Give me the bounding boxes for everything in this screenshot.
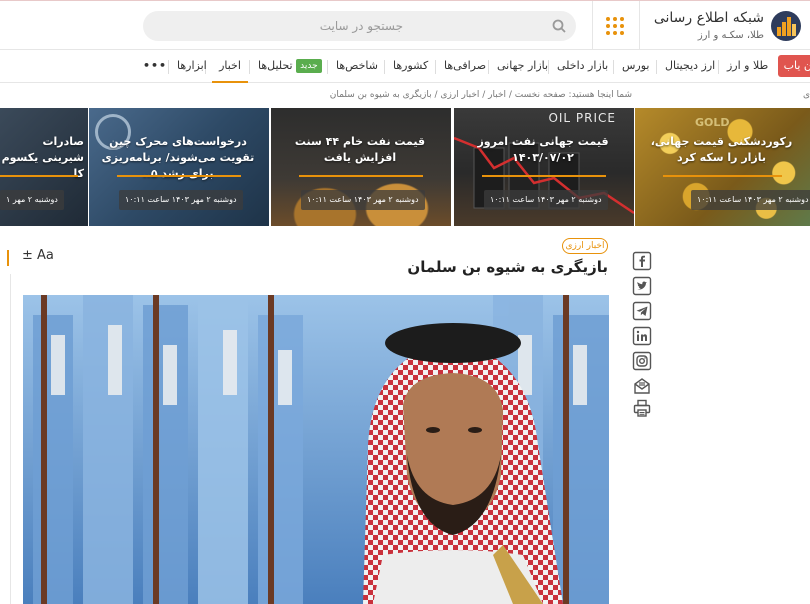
apps-grid-icon[interactable] [606,17,624,35]
nav-item-countries[interactable]: کشورها [393,50,428,83]
new-badge: جدید [296,59,322,73]
side-accent [7,250,9,266]
email-icon[interactable] [632,376,652,396]
article-hero-image [23,295,609,604]
facebook-icon[interactable] [632,251,652,271]
nav-item-news[interactable]: اخبار [212,50,248,83]
linkedin-icon[interactable] [632,326,652,346]
nav-item-indices[interactable]: شاخص‌ها [336,50,378,83]
card-date: دوشنبه ۲ مهر ۱ [0,190,64,210]
card-date: دوشنبه ۲ مهر ۱۴۰۳ ساعت ۱۰:۱۱ [119,190,243,210]
nav-finder-button[interactable]: ن یاب [778,55,810,77]
slider-card[interactable]: GOLD رکوردشکنی قیمت جهانی، بازار را سکه … [635,108,810,226]
category-badge[interactable]: اخبار ارزی [562,238,608,254]
print-icon[interactable] [632,398,652,418]
breadcrumb: ی شما اینجا هستید: صفحه نخست / اخبار / ا… [329,90,810,100]
nav-item-tools[interactable]: ابزارها [177,50,207,83]
card-underline [663,175,782,177]
breadcrumb-prefix: شما اینجا هستید: [568,90,632,100]
oil-price-label: OIL PRICE [548,111,616,125]
site-logo[interactable] [771,11,801,41]
twitter-icon[interactable] [632,276,652,296]
card-date: دوشنبه ۲ مهر ۱۴۰۳ ساعت ۱۰:۱۱ [691,190,810,210]
slider-card[interactable]: صادرات شیرینی یکسوم کا دوشنبه ۲ مهر ۱ [0,108,88,226]
search-input[interactable] [183,11,553,41]
card-underline [0,175,78,177]
article-headline: بازیگری به شیوه بن سلمان [407,258,608,276]
header-divider [639,1,640,50]
news-slider: GOLD رکوردشکنی قیمت جهانی، بازار را سکه … [0,108,810,226]
top-header: شبکه اطلاع رسانی طلا، سکـه و ارز [0,0,810,50]
breadcrumb-link-home[interactable]: صفحه نخست [515,90,566,100]
card-date: دوشنبه ۲ مهر ۱۴۰۳ ساعت ۱۰:۱۱ [484,190,608,210]
nav-item-analysis[interactable]: جدید تحلیل‌ها [258,50,325,83]
brand-title[interactable]: شبکه اطلاع رسانی [654,10,764,26]
card-title[interactable]: قیمت نفت خام ۴۴ سنت افزایش یافت [277,134,443,166]
more-menu-icon[interactable]: ••• [143,50,167,83]
card-title[interactable]: رکوردشکنی قیمت جهانی، بازار را سکه کرد [641,134,802,166]
gold-bar-label: GOLD [695,116,730,129]
nav-item-stock[interactable]: بورس [622,50,649,83]
brand-subtitle: طلا، سکـه و ارز [697,30,764,41]
main-nav: ن یاب طلا و ارز ارز دیجیتال بورس بازار د… [0,50,810,83]
nav-item-crypto[interactable]: ارز دیجیتال [665,50,715,83]
nav-item-analysis-label: تحلیل‌ها [258,59,293,72]
instagram-icon[interactable] [632,351,652,371]
card-underline [299,175,423,177]
slider-card[interactable]: درخواست‌های محرک چین تقویت می‌شوند/ برنا… [89,108,269,226]
slider-card[interactable]: OIL PRICE قیمت جهانی نفت امروز ۱۴۰۳/۰۷/۰… [454,108,634,226]
nav-item-global-market[interactable]: بازار جهانی [497,50,548,83]
breadcrumb-link-currency-news[interactable]: اخبار ارزی [440,90,479,100]
article: ± Aa اخبار ارزی بازیگری به شیوه بن سلمان [0,226,810,604]
search-bar[interactable] [143,11,576,41]
search-icon[interactable] [551,18,567,34]
breadcrumb-edge-text: ی [802,90,810,100]
header-divider [592,1,593,50]
card-underline [482,175,606,177]
card-date: دوشنبه ۲ مهر ۱۴۰۳ ساعت ۱۰:۱۱ [301,190,425,210]
breadcrumb-link-news[interactable]: اخبار [488,90,506,100]
nav-item-gold-currency[interactable]: طلا و ارز [727,50,768,83]
slider-card[interactable]: قیمت نفت خام ۴۴ سنت افزایش یافت دوشنبه ۲… [271,108,451,226]
card-title[interactable]: قیمت جهانی نفت امروز ۱۴۰۳/۰۷/۰۲ [460,134,626,166]
telegram-icon[interactable] [632,301,652,321]
card-underline [117,175,241,177]
font-size-tool[interactable]: ± Aa [22,248,54,263]
nav-item-exchanges[interactable]: صرافی‌ها [444,50,486,83]
sidebar-border [10,274,11,604]
breadcrumb-current: بازیگری به شیوه بن سلمان [329,90,432,100]
nav-item-domestic-market[interactable]: بازار داخلی [557,50,608,83]
